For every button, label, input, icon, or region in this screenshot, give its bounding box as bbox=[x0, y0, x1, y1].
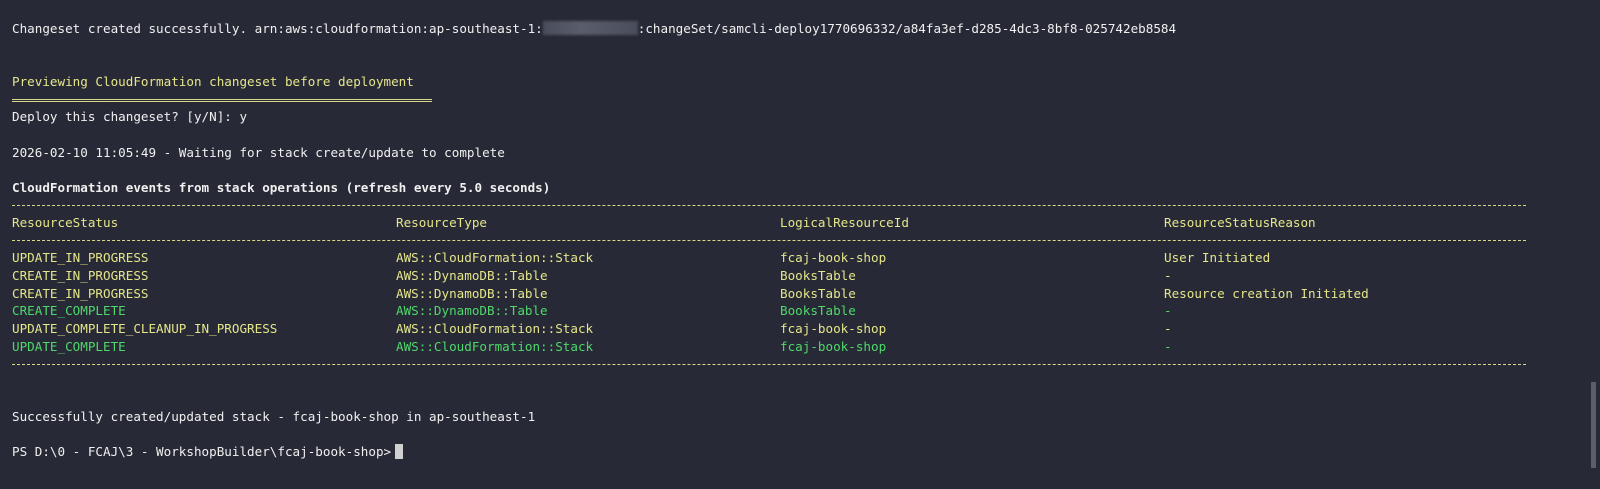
table-bottom-rule bbox=[12, 364, 1526, 365]
row-resource-type: AWS::CloudFormation::Stack bbox=[396, 250, 594, 265]
redacted-account-id bbox=[542, 21, 638, 35]
row-resource-status: UPDATE_COMPLETE_CLEANUP_IN_PROGRESS bbox=[12, 321, 278, 336]
success-line: Successfully created/updated stack - fca… bbox=[12, 409, 536, 424]
table-top-rule bbox=[12, 205, 1526, 206]
shell-prompt-line[interactable]: PS D:\0 - FCAJ\3 - WorkshopBuilder\fcaj-… bbox=[12, 443, 404, 461]
changeset-created-line: Changeset created successfully. arn:aws:… bbox=[12, 20, 1176, 38]
row-resource-status: CREATE_COMPLETE bbox=[12, 303, 126, 318]
row-status-reason: - bbox=[1164, 268, 1172, 283]
row-status-reason: - bbox=[1164, 339, 1172, 354]
row-logical-resource-id: BooksTable bbox=[780, 303, 856, 318]
row-resource-status: CREATE_IN_PROGRESS bbox=[12, 286, 149, 301]
row-resource-type: AWS::CloudFormation::Stack bbox=[396, 321, 594, 336]
vertical-scrollbar[interactable] bbox=[1586, 0, 1600, 489]
row-resource-status: CREATE_IN_PROGRESS bbox=[12, 268, 149, 283]
row-logical-resource-id: fcaj-book-shop bbox=[780, 250, 887, 265]
text-cursor bbox=[395, 444, 404, 459]
header-resource-status-reason: ResourceStatusReason bbox=[1164, 215, 1316, 230]
row-status-reason: - bbox=[1164, 303, 1172, 318]
changeset-arn-suffix: :changeSet/samcli-deploy1770696332/a84fa… bbox=[637, 21, 1177, 36]
row-resource-type: AWS::DynamoDB::Table bbox=[396, 268, 548, 283]
row-status-reason: User Initiated bbox=[1164, 250, 1271, 265]
changeset-arn-prefix: Changeset created successfully. arn:aws:… bbox=[12, 21, 543, 36]
header-resource-status: ResourceStatus bbox=[12, 215, 119, 230]
row-resource-type: AWS::CloudFormation::Stack bbox=[396, 339, 594, 354]
row-resource-status: UPDATE_IN_PROGRESS bbox=[12, 250, 149, 265]
row-logical-resource-id: fcaj-book-shop bbox=[780, 339, 887, 354]
row-logical-resource-id: BooksTable bbox=[780, 268, 856, 283]
shell-prompt: PS D:\0 - FCAJ\3 - WorkshopBuilder\fcaj-… bbox=[12, 444, 392, 459]
row-logical-resource-id: fcaj-book-shop bbox=[780, 321, 887, 336]
preview-title: Previewing CloudFormation changeset befo… bbox=[12, 74, 414, 89]
header-resource-type: ResourceType bbox=[396, 215, 487, 230]
row-resource-type: AWS::DynamoDB::Table bbox=[396, 286, 548, 301]
row-resource-type: AWS::DynamoDB::Table bbox=[396, 303, 548, 318]
events-title: CloudFormation events from stack operati… bbox=[12, 180, 551, 195]
header-logical-resource-id: LogicalResourceId bbox=[780, 215, 909, 230]
waiting-line: 2026-02-10 11:05:49 - Waiting for stack … bbox=[12, 145, 505, 160]
deploy-prompt-line: Deploy this changeset? [y/N]: y bbox=[12, 109, 248, 124]
terminal-window[interactable]: Changeset created successfully. arn:aws:… bbox=[0, 0, 1600, 489]
row-logical-resource-id: BooksTable bbox=[780, 286, 856, 301]
row-status-reason: Resource creation Initiated bbox=[1164, 286, 1369, 301]
scrollbar-thumb[interactable] bbox=[1591, 382, 1596, 468]
table-header-rule bbox=[12, 240, 1526, 241]
row-resource-status: UPDATE_COMPLETE bbox=[12, 339, 126, 354]
preview-divider bbox=[12, 99, 432, 102]
row-status-reason: - bbox=[1164, 321, 1172, 336]
